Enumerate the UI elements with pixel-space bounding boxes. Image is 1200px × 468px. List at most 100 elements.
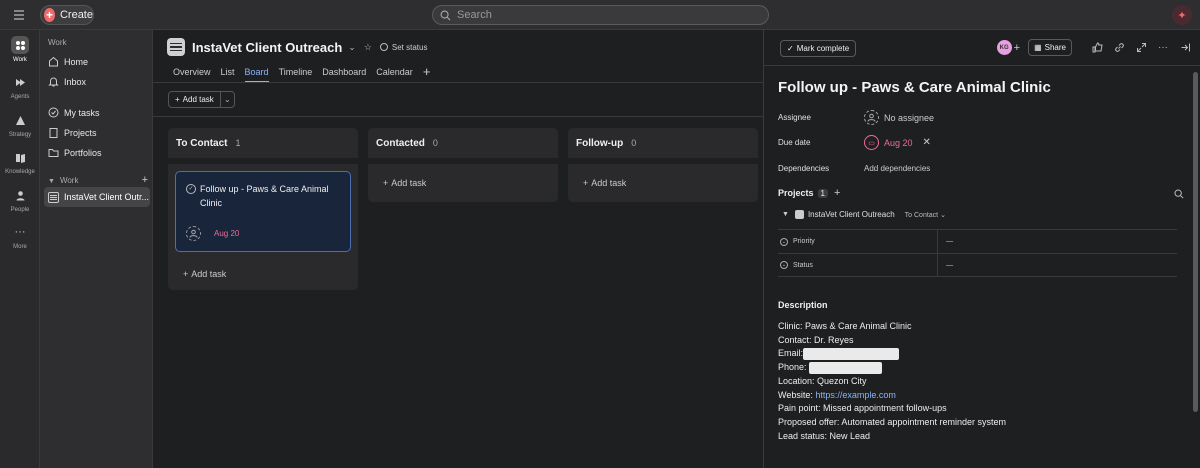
task-card[interactable]: ✓ Follow up - Paws & Care Animal Clinic …: [175, 171, 351, 252]
tab-timeline[interactable]: Timeline: [279, 67, 313, 77]
add-task-button[interactable]: + Add task ⌄: [168, 91, 235, 108]
rail-item-work[interactable]: Work: [0, 36, 40, 63]
project-title[interactable]: InstaVet Client Outreach: [192, 40, 342, 55]
sidebar-item-portfolios[interactable]: Portfolios: [48, 147, 102, 158]
dependencies-field: Dependencies Add dependencies: [778, 164, 930, 173]
tab-board[interactable]: Board: [244, 67, 269, 83]
add-dependencies-link[interactable]: Add dependencies: [864, 164, 930, 173]
column-add-task[interactable]: + Add task: [368, 164, 558, 202]
task-title[interactable]: Follow up - Paws & Care Animal Clinic: [778, 79, 1051, 96]
add-project-plus-icon[interactable]: +: [142, 174, 148, 186]
share-label: Share: [1044, 43, 1066, 52]
column-header[interactable]: Contacted 0: [368, 128, 558, 158]
caret-down-icon[interactable]: ▼: [782, 211, 789, 218]
search-icon: [440, 10, 451, 20]
close-pane-icon[interactable]: [1178, 41, 1192, 55]
thumbs-up-icon[interactable]: [1090, 41, 1104, 55]
sidebar-item-my-tasks[interactable]: My tasks: [48, 107, 100, 118]
tab-list[interactable]: List: [221, 67, 235, 77]
description-body[interactable]: Clinic: Paws & Care Animal Clinic Contac…: [778, 320, 1006, 443]
section-toggle[interactable]: ▼ Work: [48, 176, 78, 185]
plus-icon: +: [183, 269, 189, 279]
assignee-value[interactable]: No assignee: [864, 110, 934, 125]
plus-icon: +: [583, 178, 589, 188]
search-input[interactable]: Search: [432, 5, 769, 25]
redacted-phone: [809, 361, 883, 374]
task-project-name[interactable]: InstaVet Client Outreach: [808, 210, 895, 219]
calendar-icon: ▭: [864, 135, 879, 150]
field-label: Priority: [793, 238, 815, 245]
rail-item-agents[interactable]: Agents: [0, 73, 40, 100]
plus-icon: +: [383, 178, 389, 188]
assignee-placeholder-icon: [864, 110, 879, 125]
search-icon[interactable]: [1174, 188, 1184, 202]
collaborator-avatar[interactable]: KG: [996, 40, 1012, 55]
custom-field-row: ⌄ Status —: [778, 253, 1177, 277]
column-header[interactable]: Follow-up 0: [568, 128, 758, 158]
assignee-field: Assignee No assignee: [778, 110, 934, 125]
add-task-dropdown-icon[interactable]: ⌄: [221, 92, 234, 107]
sidebar-heading: Work: [48, 38, 67, 47]
desc-website-label: Website:: [778, 389, 816, 400]
priority-value[interactable]: —: [938, 238, 953, 245]
rail-item-strategy[interactable]: Strategy: [0, 111, 40, 138]
status-value[interactable]: —: [938, 262, 953, 269]
rail-label-people: People: [10, 207, 30, 213]
description-heading: Description: [778, 300, 828, 310]
card-due-date[interactable]: Aug 20: [214, 229, 239, 238]
section-select[interactable]: To Contact ⌄: [905, 211, 946, 219]
rail-item-more[interactable]: ··· More: [0, 223, 40, 250]
mark-complete-button[interactable]: ✓ Mark complete: [780, 40, 857, 57]
column-count: 0: [631, 138, 637, 148]
expand-icon[interactable]: [1134, 41, 1148, 55]
sidebar-label-projects: Projects: [64, 127, 97, 138]
hamburger-menu-icon[interactable]: [12, 8, 26, 22]
column-count: 0: [432, 138, 438, 148]
chevron-down-icon[interactable]: ⌄: [348, 42, 356, 53]
redacted-email: [803, 348, 900, 361]
dropdown-circle-icon: ⌄: [780, 261, 788, 269]
link-icon[interactable]: [1112, 41, 1126, 55]
assignee-placeholder-icon[interactable]: [186, 226, 201, 241]
tab-dashboard[interactable]: Dashboard: [322, 67, 366, 77]
rail-item-people[interactable]: People: [0, 186, 40, 213]
custom-fields-grid: ⌄ Priority — ⌄ Status —: [778, 229, 1177, 277]
share-button[interactable]: ▦ Share: [1028, 39, 1072, 56]
bell-icon: [48, 76, 59, 87]
clear-due-date-icon[interactable]: ✕: [923, 137, 931, 148]
column-add-task[interactable]: + Add task: [568, 164, 758, 202]
section-label: Work: [59, 175, 79, 185]
tab-overview[interactable]: Overview: [173, 67, 211, 77]
status-circle-icon: [379, 43, 388, 51]
column-header[interactable]: To Contact 1: [168, 128, 358, 158]
sidebar-item-project[interactable]: InstaVet Client Outr...: [44, 187, 150, 207]
create-button[interactable]: + Create: [40, 5, 94, 25]
tab-calendar[interactable]: Calendar: [376, 67, 413, 77]
column-body: + Add task: [368, 164, 558, 202]
check-circle-icon[interactable]: ✓: [186, 184, 196, 194]
mark-complete-label: Mark complete: [796, 44, 850, 53]
sidebar-item-inbox[interactable]: Inbox: [48, 76, 86, 87]
star-icon[interactable]: ☆: [364, 42, 372, 53]
due-date-label: Due date: [778, 138, 811, 147]
sidebar-section-work[interactable]: ▼ Work +: [48, 174, 148, 186]
card-title-text: Follow up - Paws & Care Animal Clinic: [200, 184, 329, 208]
sidebar-item-home[interactable]: Home: [48, 56, 88, 67]
more-options-icon[interactable]: ···: [1156, 41, 1170, 55]
due-date-value[interactable]: ▭ Aug 20 ✕: [864, 135, 931, 150]
set-status-button[interactable]: Set status: [379, 43, 427, 52]
website-link[interactable]: https://example.com: [815, 390, 896, 400]
sidebar-label-portfolios: Portfolios: [64, 147, 102, 158]
board-column-follow-up: Follow-up 0 + Add task: [568, 128, 758, 202]
detail-scrollbar[interactable]: [1193, 72, 1198, 412]
add-project-plus-icon[interactable]: +: [834, 187, 840, 199]
projects-count: 1: [817, 188, 828, 198]
ai-sparkle-icon[interactable]: ✦: [1172, 5, 1192, 25]
sidebar: Work Home Inbox My tasks Projects Portfo…: [40, 30, 153, 468]
add-collaborator-plus-icon[interactable]: +: [1014, 42, 1020, 54]
column-add-task[interactable]: + Add task: [168, 255, 358, 293]
add-tab-plus-icon[interactable]: +: [423, 64, 431, 79]
rail-item-knowledge[interactable]: Knowledge: [0, 148, 40, 175]
sidebar-item-projects[interactable]: Projects: [48, 127, 97, 138]
assignee-label: Assignee: [778, 113, 811, 122]
